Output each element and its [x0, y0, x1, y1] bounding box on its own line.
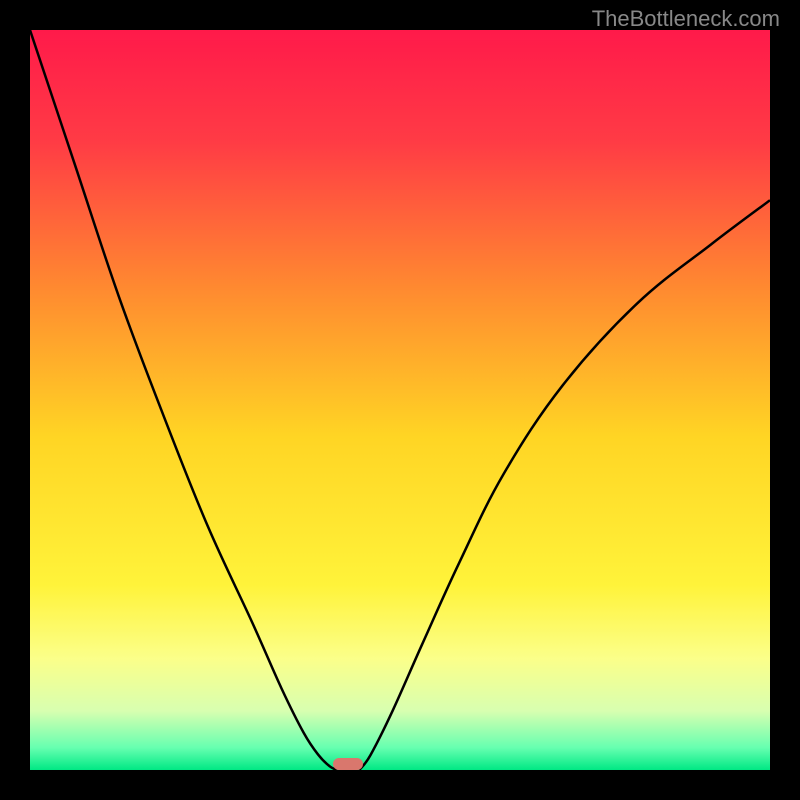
- right-branch-curve: [359, 200, 770, 770]
- curves-layer: [30, 30, 770, 770]
- watermark-text: TheBottleneck.com: [592, 6, 780, 32]
- left-branch-curve: [30, 30, 337, 770]
- minimum-marker: [333, 758, 363, 770]
- plot-area: [30, 30, 770, 770]
